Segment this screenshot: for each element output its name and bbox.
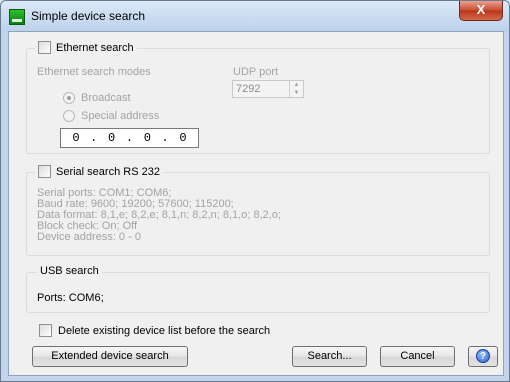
search-button[interactable]: Search... [292, 346, 367, 367]
broadcast-radio[interactable] [63, 92, 75, 104]
ip-separator: . [90, 131, 98, 145]
udp-port-label: UDP port [233, 66, 279, 78]
dialog-client-area: Ethernet search Ethernet search modes UD… [8, 31, 504, 376]
dialog-window: Simple device search X Ethernet search E… [0, 0, 510, 382]
extended-device-search-button[interactable]: Extended device search [32, 346, 188, 367]
ip-octet-4[interactable]: 0 [179, 131, 186, 145]
udp-port-value: 7292 [236, 83, 261, 95]
serial-search-label: Serial search RS 232 [56, 165, 160, 178]
title-bar[interactable]: Simple device search X [1, 1, 509, 31]
special-address-label: Special address [81, 110, 160, 122]
ethernet-search-legend: Ethernet search [35, 41, 137, 54]
app-icon [9, 9, 25, 25]
ethernet-search-checkbox[interactable] [38, 41, 51, 54]
ip-octet-2[interactable]: 0 [108, 131, 115, 145]
udp-port-spinner[interactable]: 7292 ▲ ▼ [232, 80, 304, 98]
special-address-radio[interactable] [63, 110, 75, 122]
usb-search-group: USB search Ports: COM6; [26, 265, 490, 313]
close-button[interactable]: X [459, 1, 503, 21]
spin-down-icon[interactable]: ▼ [290, 89, 303, 97]
delete-list-label: Delete existing device list before the s… [58, 324, 271, 337]
ethernet-modes-label: Ethernet search modes [37, 66, 151, 78]
delete-list-option[interactable]: Delete existing device list before the s… [39, 324, 270, 337]
serial-search-checkbox[interactable] [38, 165, 51, 178]
help-icon: ? [476, 349, 490, 363]
serial-search-group: Serial search RS 232 Serial ports: COM1;… [26, 165, 490, 256]
device-address-info: Device address: 0 - 0 [37, 231, 141, 243]
window-title: Simple device search [31, 9, 146, 23]
broadcast-label: Broadcast [81, 92, 131, 104]
help-button[interactable]: ? [468, 346, 498, 367]
ip-separator: . [161, 131, 169, 145]
ip-address-input[interactable]: 0 . 0 . 0 . 0 [60, 128, 199, 148]
ip-octet-3[interactable]: 0 [144, 131, 151, 145]
ethernet-search-group: Ethernet search Ethernet search modes UD… [26, 41, 490, 154]
usb-ports-info: Ports: COM6; [37, 292, 104, 304]
delete-list-checkbox[interactable] [39, 324, 52, 337]
special-address-radio-row[interactable]: Special address [63, 110, 159, 122]
usb-search-legend: USB search [37, 265, 102, 277]
cancel-button[interactable]: Cancel [380, 346, 455, 367]
ip-octet-1[interactable]: 0 [72, 131, 79, 145]
ip-separator: . [125, 131, 134, 145]
ethernet-search-label: Ethernet search [56, 41, 134, 54]
serial-search-legend: Serial search RS 232 [35, 165, 163, 178]
broadcast-radio-row[interactable]: Broadcast [63, 92, 131, 104]
spin-up-icon[interactable]: ▲ [290, 81, 303, 89]
usb-search-label: USB search [40, 265, 99, 277]
udp-port-arrows[interactable]: ▲ ▼ [289, 81, 303, 97]
